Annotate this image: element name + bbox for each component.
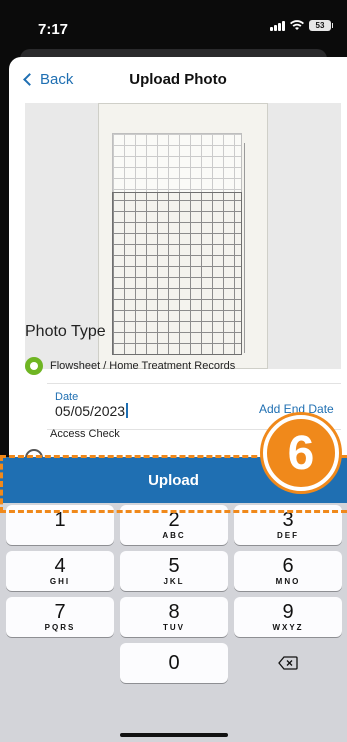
numeric-keypad: 1 2 ABC 3 DEF 4 GHI 5 JKL 6 MNO 7 PQRS 8 TUV 9W…: [0, 503, 347, 742]
option-label-flowsheet: Flowsheet / Home Treatment Records: [50, 360, 236, 372]
date-label: Date: [55, 391, 79, 403]
key-number: 2: [168, 509, 180, 531]
key-5[interactable]: 5 JKL: [120, 551, 228, 591]
key-letters: TUV: [163, 623, 185, 632]
key-7[interactable]: 7 PQRS: [6, 597, 114, 637]
date-input[interactable]: 05/05/2023: [55, 403, 129, 419]
page-title: Upload Photo: [129, 71, 227, 88]
key-6[interactable]: 6 MNO: [234, 551, 342, 591]
radio-flowsheet[interactable]: [25, 357, 43, 375]
key-number: 4: [54, 555, 66, 577]
status-icons: 53: [270, 20, 333, 31]
key-3[interactable]: 3 DEF: [234, 505, 342, 545]
document-side-column: [244, 143, 264, 353]
key-number: 5: [168, 555, 180, 577]
battery-icon: 53: [309, 20, 333, 31]
home-indicator: [120, 733, 228, 737]
key-letters: PQRS: [44, 623, 76, 632]
key-letters: MNO: [275, 577, 301, 586]
key-0[interactable]: 0: [120, 643, 228, 683]
key-number: 6: [282, 555, 294, 577]
key-letters: GHI: [49, 577, 71, 586]
key-number: 0: [168, 652, 180, 674]
status-time: 7:17: [38, 21, 69, 38]
key-2[interactable]: 2 ABC: [120, 505, 228, 545]
cellular-signal-icon: [270, 20, 285, 31]
divider: [47, 383, 341, 384]
step-badge: 6: [263, 415, 339, 491]
key-8[interactable]: 8 TUV: [120, 597, 228, 637]
flowsheet-document-image: [98, 103, 268, 369]
wifi-icon: [290, 20, 304, 30]
key-4[interactable]: 4 GHI: [6, 551, 114, 591]
key-1[interactable]: 1: [6, 505, 114, 545]
key-number: 9: [282, 601, 294, 623]
status-bar: 7:17 53: [0, 0, 347, 44]
text-caret: [126, 403, 129, 418]
date-value: 05/05/2023: [55, 403, 126, 419]
key-number: 1: [54, 509, 66, 531]
key-number: 8: [168, 601, 180, 623]
key-letters: ABC: [162, 531, 186, 540]
key-number: 7: [54, 601, 66, 623]
option-label-access-check: Access Check: [50, 428, 120, 440]
key-letters: DEF: [277, 531, 299, 540]
add-end-date-link[interactable]: Add End Date: [259, 402, 334, 416]
backspace-icon: [278, 656, 298, 670]
key-letters: WXYZ: [272, 623, 304, 632]
delete-key[interactable]: [234, 643, 342, 683]
nav-bar: Back Upload Photo: [9, 57, 347, 103]
document-header-area: [112, 133, 242, 193]
key-number: 3: [282, 509, 294, 531]
key-letters: JKL: [163, 577, 185, 586]
photo-type-heading: Photo Type: [25, 323, 106, 340]
key-9[interactable]: 9 WXYZ: [234, 597, 342, 637]
